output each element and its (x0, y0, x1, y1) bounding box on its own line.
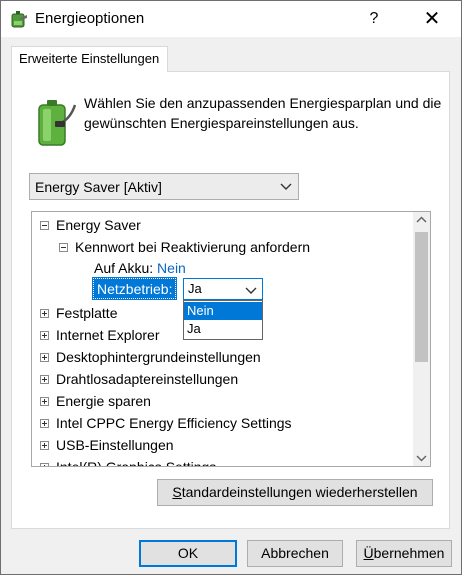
power-options-icon (11, 11, 27, 28)
tree-node-desktop-background[interactable]: Desktophintergrundeinstellungen (40, 346, 261, 368)
expand-icon[interactable] (40, 441, 49, 450)
expand-icon[interactable] (40, 419, 49, 428)
tree-node-label: Intel CPPC Energy Efficiency Settings (56, 415, 292, 431)
tree-node-label: Energy Saver (56, 217, 141, 233)
tree-node-intel-cppc[interactable]: Intel CPPC Energy Efficiency Settings (40, 412, 292, 434)
plugged-in-combobox[interactable]: Ja (183, 278, 263, 300)
tree-node-password-on-wake[interactable]: Kennwort bei Reaktivierung anfordern (59, 236, 310, 258)
tree-node-label: Internet Explorer (56, 327, 160, 343)
tree-node-label: Kennwort bei Reaktivierung anfordern (75, 239, 311, 255)
chevron-down-icon (280, 183, 292, 190)
collapse-icon[interactable] (40, 221, 49, 230)
chevron-up-icon[interactable] (413, 212, 430, 229)
tree-node-sleep[interactable]: Energie sparen (40, 390, 151, 412)
button-label: bernehmen (373, 545, 445, 561)
energy-options-dialog: Energieoptionen ? ✕ Erweiterte Einstellu… (0, 0, 462, 575)
tree-node-label: Energie sparen (56, 393, 151, 409)
tree-node-label: Drahtlosadaptereinstellungen (56, 371, 239, 387)
restore-defaults-button[interactable]: Standardeinstellungen wiederherstellen (157, 479, 433, 506)
apply-button[interactable]: Übernehmen (356, 540, 452, 567)
dropdown-option-nein[interactable]: Nein (184, 302, 262, 320)
battery-plug-icon (38, 100, 77, 146)
tree-node-intel-graphics[interactable]: Intel(R) Graphics Settings (40, 456, 217, 467)
window-title: Energieoptionen (35, 10, 145, 27)
close-button[interactable]: ✕ (409, 1, 455, 37)
tree-node-energy-saver[interactable]: Energy Saver (40, 214, 141, 236)
tree-node-internet-explorer[interactable]: Internet Explorer (40, 324, 160, 346)
tree-node-label: Desktophintergrundeinstellungen (56, 349, 261, 365)
settings-tree: Energy Saver Kennwort bei Reaktivierung … (31, 211, 431, 467)
cancel-button[interactable]: Abbrechen (247, 540, 343, 567)
intro-text: Wählen Sie den anzupassenden Energiespar… (84, 95, 442, 131)
tree-scrollbar[interactable] (413, 212, 430, 466)
expand-icon[interactable] (40, 397, 49, 406)
mnemonic-letter: Ü (363, 545, 374, 561)
expand-icon[interactable] (40, 463, 49, 466)
help-button[interactable]: ? (351, 1, 397, 37)
setting-on-battery[interactable]: Auf Akku: Nein (94, 257, 186, 279)
tree-node-usb-settings[interactable]: USB-Einstellungen (40, 434, 174, 456)
tab-advanced-settings[interactable]: Erweiterte Einstellungen (11, 46, 168, 72)
tab-label: Erweiterte Einstellungen (19, 51, 160, 66)
chevron-down-icon (245, 287, 257, 294)
dropdown-option-ja[interactable]: Ja (184, 320, 262, 338)
setting-label: Auf Akku: (94, 260, 154, 276)
tree-node-label: Festplatte (56, 305, 118, 321)
scroll-thumb[interactable] (415, 232, 428, 362)
power-plan-select[interactable]: Energy Saver [Aktiv] (29, 173, 299, 200)
collapse-icon[interactable] (59, 243, 68, 252)
expand-icon[interactable] (40, 353, 49, 362)
setting-value-link[interactable]: Nein (157, 260, 186, 276)
button-label: tandardeinstellungen wiederherstellen (181, 484, 418, 500)
tree-node-label: Intel(R) Graphics Settings (56, 459, 217, 467)
power-plan-value: Energy Saver [Aktiv] (35, 179, 162, 195)
expand-icon[interactable] (40, 309, 49, 318)
mnemonic-letter: S (172, 484, 182, 500)
tree-node-hard-disk[interactable]: Festplatte (40, 302, 117, 324)
combobox-value: Ja (188, 281, 202, 296)
tree-node-wireless-adapter[interactable]: Drahtlosadaptereinstellungen (40, 368, 238, 390)
chevron-down-icon[interactable] (413, 449, 430, 466)
ok-button[interactable]: OK (139, 540, 237, 567)
setting-plugged-in-label: Netzbetrieb: (91, 277, 178, 300)
expand-icon[interactable] (40, 331, 49, 340)
tree-node-label: USB-Einstellungen (56, 437, 174, 453)
title-bar: Energieoptionen ? ✕ (1, 1, 461, 37)
plugged-in-dropdown-list: Nein Ja (183, 300, 263, 340)
expand-icon[interactable] (40, 375, 49, 384)
